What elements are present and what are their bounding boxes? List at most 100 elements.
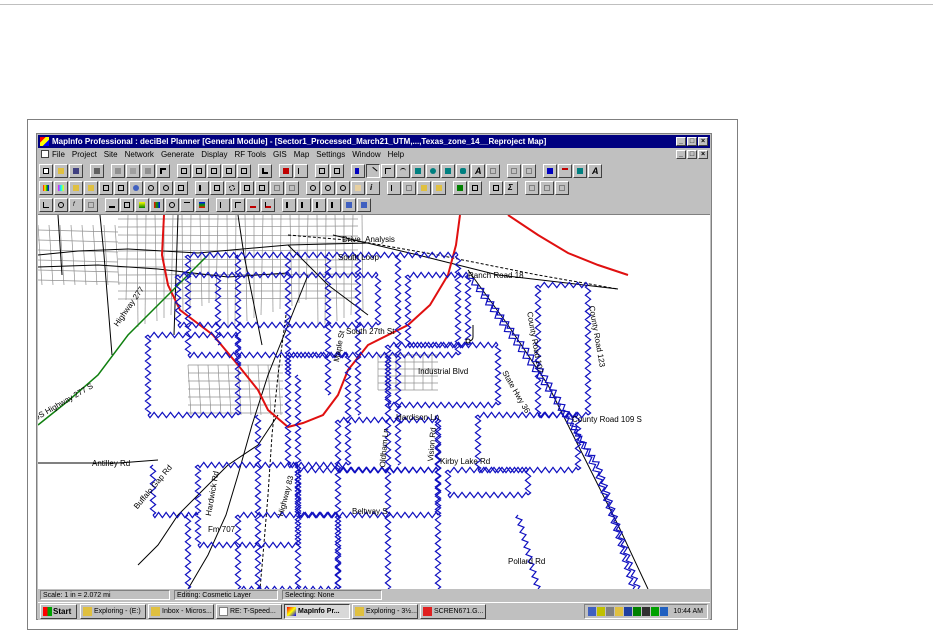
select-icon[interactable]	[195, 180, 209, 195]
path-profile-icon[interactable]	[105, 197, 119, 212]
folder-icon[interactable]	[84, 180, 98, 195]
map-window-icon[interactable]	[192, 163, 206, 178]
text-icon[interactable]: A	[471, 163, 485, 178]
graph-select-icon[interactable]	[285, 180, 299, 195]
globe-icon[interactable]	[129, 180, 143, 195]
marquee-select-icon[interactable]	[210, 180, 224, 195]
reshape-icon[interactable]	[507, 163, 521, 178]
building-icon[interactable]	[120, 197, 134, 212]
paste-icon[interactable]	[141, 163, 155, 178]
scheduler-icon[interactable]	[615, 607, 623, 616]
calculator-icon[interactable]	[174, 180, 188, 195]
ruler-icon[interactable]	[432, 180, 446, 195]
chart-icon[interactable]	[261, 197, 275, 212]
add-node-icon[interactable]	[522, 163, 536, 178]
antivirus-icon[interactable]	[624, 607, 632, 616]
save-icon[interactable]	[69, 163, 83, 178]
cut-icon[interactable]	[111, 163, 125, 178]
thematic-icon[interactable]	[39, 180, 53, 195]
region-style-icon[interactable]	[573, 163, 587, 178]
zoom-in-icon[interactable]	[306, 180, 320, 195]
status-scale[interactable]: Scale: 1 in = 2.072 mi	[40, 590, 170, 600]
polyline-icon[interactable]	[381, 163, 395, 178]
radius-select-icon[interactable]	[225, 180, 239, 195]
graph-icon[interactable]	[207, 163, 221, 178]
menu-project[interactable]: Project	[72, 150, 97, 159]
taskbar-re-tspeed[interactable]: RE: T-Speed...	[216, 604, 282, 619]
minimize-button[interactable]: _	[676, 137, 686, 146]
menu-help[interactable]: Help	[388, 150, 404, 159]
rounded-rect-icon[interactable]	[456, 163, 470, 178]
polygon-select-icon[interactable]	[240, 180, 254, 195]
tool-b-icon[interactable]	[540, 180, 554, 195]
label-icon[interactable]	[387, 180, 401, 195]
ellipse-icon[interactable]	[426, 163, 440, 178]
taskbar-scren671[interactable]: SCREN671.G...	[420, 604, 486, 619]
menu-display[interactable]: Display	[201, 150, 227, 159]
menu-window[interactable]: Window	[352, 150, 380, 159]
open-icon[interactable]	[54, 163, 68, 178]
table-icon[interactable]	[99, 180, 113, 195]
zoom-out-icon[interactable]	[321, 180, 335, 195]
menu-settings[interactable]: Settings	[316, 150, 345, 159]
arc-icon[interactable]	[396, 163, 410, 178]
pen-icon[interactable]	[606, 607, 614, 616]
clip-region-icon[interactable]	[489, 180, 503, 195]
menu-rf-tools[interactable]: RF Tools	[235, 150, 266, 159]
route-icon[interactable]	[231, 197, 245, 212]
legend-icon[interactable]	[453, 180, 467, 195]
line-style-icon[interactable]	[558, 163, 572, 178]
site-icon[interactable]	[279, 163, 293, 178]
histogram-icon[interactable]	[246, 197, 260, 212]
tower-c-icon[interactable]	[312, 197, 326, 212]
status-selecting[interactable]: Selecting: None	[282, 590, 382, 600]
map-canvas[interactable]	[38, 215, 710, 589]
tool-c-icon[interactable]	[555, 180, 569, 195]
copy-icon[interactable]	[126, 163, 140, 178]
task-icon[interactable]	[660, 607, 668, 616]
polygon-icon[interactable]	[411, 163, 425, 178]
network-icon[interactable]	[588, 607, 596, 616]
system-clock[interactable]: 10:44 AM	[673, 605, 703, 618]
grabber-hand-icon[interactable]	[351, 180, 365, 195]
window-titlebar[interactable]: MapInfo Professional : deciBel Planner […	[38, 135, 710, 148]
symbol-style-icon[interactable]	[543, 163, 557, 178]
taskbar-exploring-e[interactable]: Exploring - (E:)	[80, 604, 146, 619]
volume-icon[interactable]	[597, 607, 605, 616]
doc-close-button[interactable]: ×	[698, 150, 708, 159]
tower-d-icon[interactable]	[327, 197, 341, 212]
close-button[interactable]: ×	[698, 137, 708, 146]
radar-icon[interactable]	[159, 180, 173, 195]
grid-icon[interactable]	[114, 180, 128, 195]
display-icon[interactable]	[633, 607, 641, 616]
document-icon[interactable]	[41, 150, 49, 158]
hotlink-icon[interactable]	[417, 180, 431, 195]
layout-icon[interactable]	[222, 163, 236, 178]
blank-tool-icon[interactable]	[84, 197, 98, 212]
text-style-icon[interactable]: A	[588, 163, 602, 178]
drive-test-icon[interactable]	[216, 197, 230, 212]
arrows-icon[interactable]	[180, 197, 194, 212]
doc-restore-button[interactable]: □	[687, 150, 697, 159]
help-pointer-icon[interactable]	[258, 163, 272, 178]
start-button[interactable]: Start	[40, 604, 77, 619]
undo-icon[interactable]	[156, 163, 170, 178]
menu-site[interactable]: Site	[104, 150, 118, 159]
redistrict-icon[interactable]	[237, 163, 251, 178]
taskbar-mapinfo[interactable]: MapInfo Pr...	[284, 604, 350, 619]
sum-icon[interactable]: Σ	[504, 180, 518, 195]
terrain-icon[interactable]	[135, 197, 149, 212]
select-arrow-icon[interactable]	[351, 163, 365, 178]
info-icon[interactable]: i	[366, 180, 380, 195]
taskbar-exploring-35[interactable]: Exploring - 3½...	[352, 604, 418, 619]
layers-icon[interactable]	[195, 197, 209, 212]
tower-e-icon[interactable]	[342, 197, 356, 212]
statistics-icon[interactable]	[468, 180, 482, 195]
status-editing[interactable]: Editing: Cosmetic Layer	[174, 590, 278, 600]
tower-a-icon[interactable]	[282, 197, 296, 212]
frame-icon[interactable]	[315, 163, 329, 178]
menu-generate[interactable]: Generate	[161, 150, 194, 159]
tower-b-icon[interactable]	[297, 197, 311, 212]
eye-icon[interactable]	[144, 180, 158, 195]
clutter-icon[interactable]	[150, 197, 164, 212]
